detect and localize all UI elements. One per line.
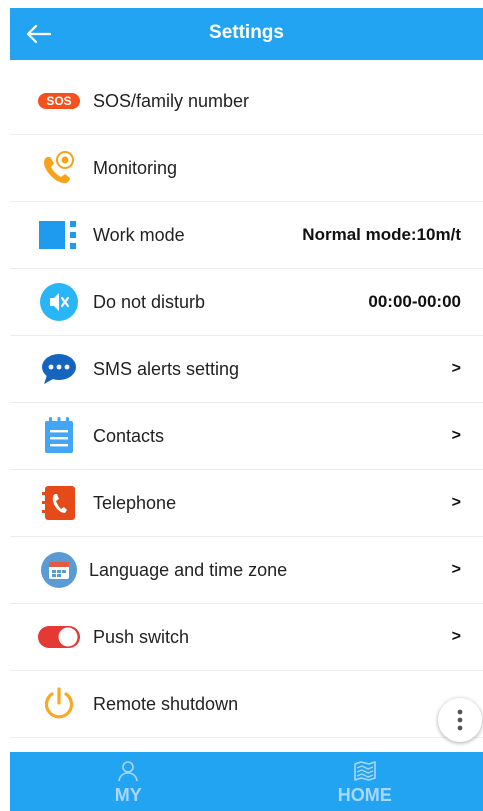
sos-badge-text: SOS (46, 94, 72, 108)
work-mode-icon (36, 216, 82, 254)
tab-my-label: MY (114, 785, 142, 805)
sos-icon: SOS (36, 82, 82, 120)
notepad-icon (36, 417, 82, 455)
chat-bubble-icon (36, 350, 82, 388)
tab-my[interactable]: MY (10, 752, 247, 811)
setting-label: SMS alerts setting (93, 359, 240, 379)
phone-book-icon (36, 484, 82, 522)
setting-monitoring[interactable]: Monitoring (10, 135, 483, 202)
setting-label: Contacts (93, 426, 165, 446)
person-icon (118, 761, 139, 782)
do-not-disturb-value: 00:00-00:00 (368, 292, 461, 311)
setting-label: Telephone (93, 493, 177, 513)
setting-label: Work mode (93, 225, 185, 245)
settings-screen: Settings SOS SOS/family number Monitorin… (10, 8, 483, 811)
setting-label: Push switch (93, 627, 190, 647)
setting-label: SOS/family number (93, 91, 250, 111)
setting-label: Monitoring (93, 158, 178, 178)
setting-label: Language and time zone (89, 560, 288, 580)
setting-sms-alerts[interactable]: SMS alerts setting > (10, 336, 483, 403)
mute-icon (36, 283, 82, 321)
setting-contacts[interactable]: Contacts > (10, 403, 483, 470)
setting-language-time-zone[interactable]: Language and time zone > (10, 537, 483, 604)
chevron-right-icon: > (451, 628, 461, 645)
setting-push-switch[interactable]: Push switch > (10, 604, 483, 671)
more-options-button[interactable] (438, 698, 482, 742)
toggle-icon (36, 618, 82, 656)
setting-work-mode[interactable]: Work mode Normal mode:10m/t (10, 202, 483, 269)
setting-telephone[interactable]: Telephone > (10, 470, 483, 537)
chevron-right-icon: > (451, 360, 461, 377)
setting-do-not-disturb[interactable]: Do not disturb 00:00-00:00 (10, 269, 483, 336)
chevron-right-icon: > (451, 561, 461, 578)
home-map-icon (353, 761, 376, 781)
setting-label: Do not disturb (93, 292, 206, 312)
bottom-nav: MY HOME (10, 752, 483, 811)
settings-list: SOS SOS/family number Monitoring Work mo… (10, 68, 483, 738)
work-mode-value: Normal mode:10m/t (302, 225, 461, 244)
more-vertical-icon (457, 709, 463, 731)
phone-monitor-icon (36, 149, 82, 187)
tab-home[interactable]: HOME (247, 752, 483, 811)
setting-remote-shutdown[interactable]: Remote shutdown (10, 671, 483, 738)
tab-home-label: HOME (337, 785, 392, 805)
setting-label: Remote shutdown (93, 694, 239, 714)
power-icon (36, 685, 82, 723)
app-header: Settings (10, 8, 483, 60)
calendar-icon (36, 551, 82, 589)
chevron-right-icon: > (451, 494, 461, 511)
page-title: Settings (209, 22, 284, 43)
chevron-right-icon: > (451, 427, 461, 444)
setting-sos-family-number[interactable]: SOS SOS/family number (10, 68, 483, 135)
